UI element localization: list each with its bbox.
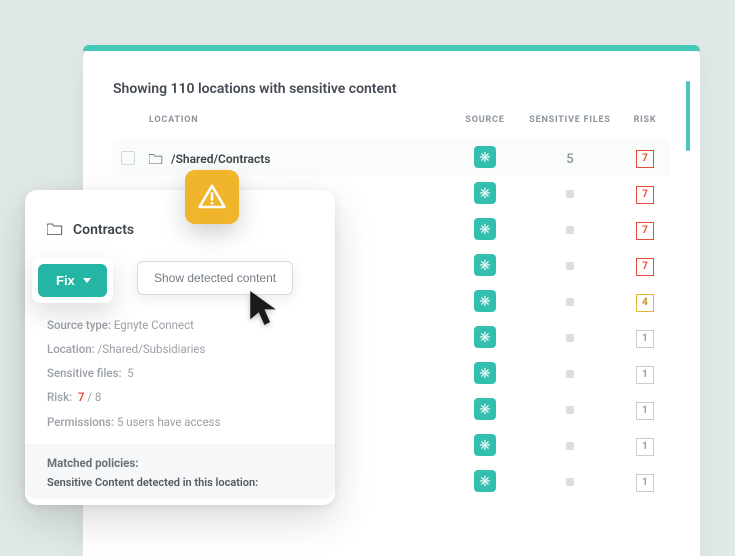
skeleton-square xyxy=(566,334,574,342)
col-location: LOCATION xyxy=(143,115,450,139)
location-detail-popover: Contracts Show detected content Source t… xyxy=(25,190,335,505)
risk-badge: 1 xyxy=(636,366,654,384)
cursor-icon xyxy=(246,288,280,332)
col-risk: RISK xyxy=(620,115,670,139)
skeleton-square xyxy=(566,478,574,486)
risk-badge: 1 xyxy=(636,402,654,420)
scrollbar-thumb[interactable] xyxy=(686,81,690,151)
skeleton-square xyxy=(566,190,574,198)
page-title: Showing 110 locations with sensitive con… xyxy=(113,81,670,97)
skeleton-square xyxy=(566,262,574,270)
risk-badge: 1 xyxy=(636,438,654,456)
folder-icon xyxy=(47,220,63,239)
risk-badge: 7 xyxy=(636,186,654,204)
fix-button-card: Fix xyxy=(32,258,113,303)
source-icon xyxy=(474,326,496,348)
risk-badge: 1 xyxy=(636,330,654,348)
skeleton-square xyxy=(566,370,574,378)
source-icon xyxy=(474,218,496,240)
source-icon xyxy=(474,182,496,204)
source-icon xyxy=(474,254,496,276)
row-checkbox[interactable] xyxy=(121,151,135,165)
source-icon xyxy=(474,290,496,312)
skeleton-square xyxy=(566,226,574,234)
warning-icon xyxy=(185,170,239,224)
fix-button[interactable]: Fix xyxy=(38,264,107,297)
source-icon xyxy=(474,470,496,492)
col-source: SOURCE xyxy=(450,115,520,139)
risk-badge: 7 xyxy=(636,150,654,168)
location-path: /Shared/Contracts xyxy=(171,151,270,165)
panel-accent-stripe xyxy=(83,45,700,51)
source-icon xyxy=(474,398,496,420)
skeleton-square xyxy=(566,298,574,306)
skeleton-square xyxy=(566,442,574,450)
risk-badge: 7 xyxy=(636,258,654,276)
col-sensitive: SENSITIVE FILES xyxy=(520,115,620,139)
risk-badge: 1 xyxy=(636,474,654,492)
folder-icon xyxy=(149,152,163,164)
risk-badge: 7 xyxy=(636,222,654,240)
chevron-down-icon xyxy=(83,278,91,283)
source-icon xyxy=(474,362,496,384)
matched-policies-section: Matched policies: Sensitive Content dete… xyxy=(25,444,335,499)
skeleton-square xyxy=(566,406,574,414)
popover-folder-name: Contracts xyxy=(73,222,134,238)
source-icon xyxy=(474,146,496,168)
risk-badge: 4 xyxy=(636,294,654,312)
source-icon xyxy=(474,434,496,456)
sensitive-files-count: 5 xyxy=(566,152,573,167)
